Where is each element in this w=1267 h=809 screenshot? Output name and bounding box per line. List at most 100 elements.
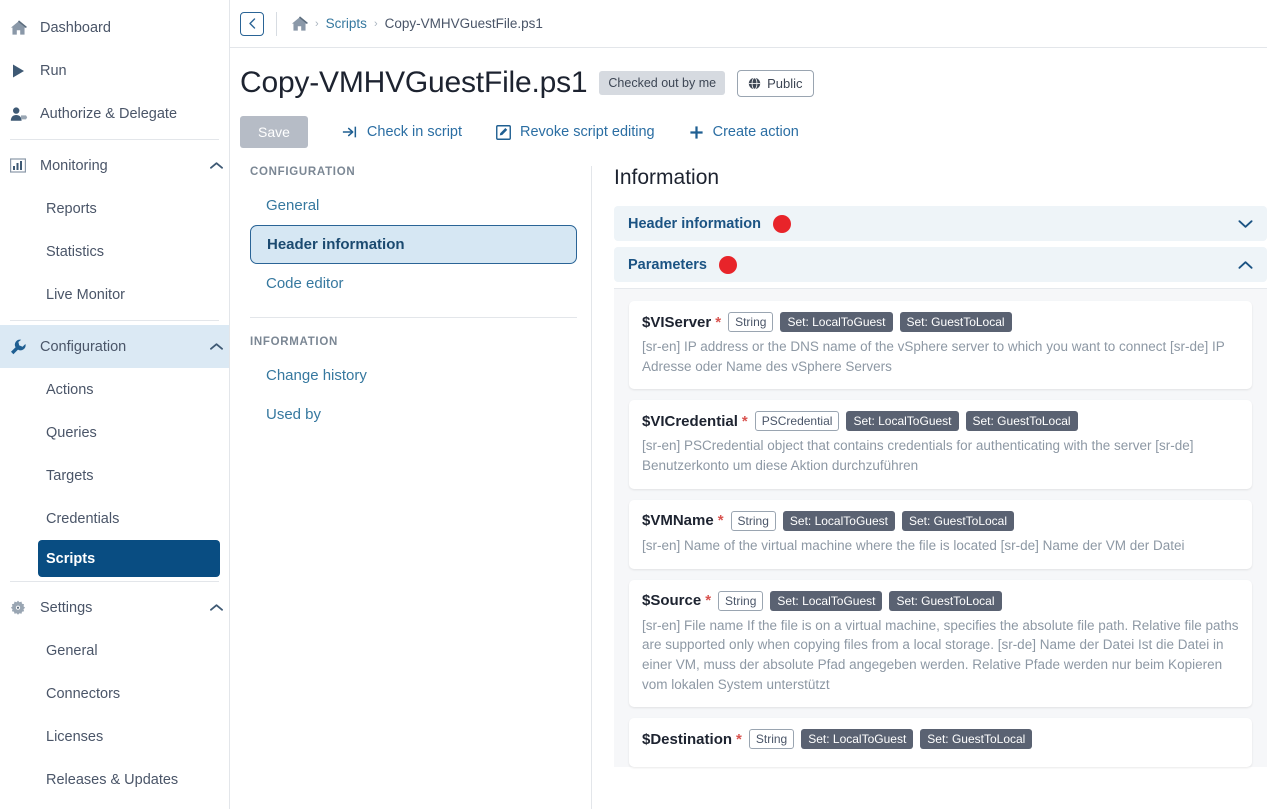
sidebar-item-label: Monitoring (40, 157, 108, 174)
sidebar-item-label: Configuration (40, 338, 127, 355)
breadcrumb-separator: › (315, 17, 319, 30)
parameter-set-badge[interactable]: Set: GuestToLocal (920, 729, 1033, 750)
sidebar-item-label: Dashboard (40, 19, 111, 36)
parameter-set-badge[interactable]: Set: GuestToLocal (901, 510, 1015, 531)
breadcrumb-divider (276, 11, 277, 36)
parameter-header: $Destination * String Set: LocalToGuest Set:… (642, 729, 1239, 750)
required-marker: * (705, 592, 712, 610)
parameter-description: [sr-en] PSCredential object that contain… (642, 438, 1194, 474)
sidebar-item-label: General (46, 642, 98, 659)
sidebar-item-label: Connectors (46, 685, 121, 702)
sidebar-item-scripts[interactable]: Scripts (38, 540, 220, 577)
parameter-card-source[interactable]: $Source * String Set: LocalToGuest Set: Gues… (629, 579, 1252, 708)
chevron-down-icon[interactable] (1238, 219, 1253, 229)
config-nav-item-general[interactable]: General (250, 186, 577, 225)
gear-icon (10, 600, 40, 616)
accordion-header-information[interactable]: Header information (614, 206, 1267, 241)
parameter-header: $VIServer * String Set: LocalToGuest Set: Gu… (642, 312, 1239, 332)
config-nav-item-header-information[interactable]: Header information (250, 225, 577, 264)
wrench-icon (10, 339, 40, 355)
parameter-set-badge[interactable]: Set: GuestToLocal (965, 411, 1078, 432)
sidebar-item-queries[interactable]: Queries (0, 411, 229, 454)
sidebar-item-statistics[interactable]: Statistics (0, 230, 229, 273)
parameter-card-viserver[interactable]: $VIServer * String Set: LocalToGuest Set: Gu… (629, 301, 1252, 390)
sidebar-item-actions[interactable]: Actions (0, 368, 229, 411)
accordion-parameters[interactable]: Parameters (614, 247, 1267, 282)
sign-in-icon (342, 125, 358, 139)
accordion-title: Header information (628, 215, 761, 232)
required-marker: * (736, 730, 742, 748)
sidebar-item-authorize-delegate[interactable]: Authorize & Delegate (0, 92, 229, 135)
sidebar-divider (10, 581, 219, 582)
save-button[interactable]: Save (240, 116, 308, 148)
sidebar-item-licenses[interactable]: Licenses (0, 715, 229, 758)
sidebar-item-run[interactable]: Run (0, 49, 229, 92)
home-icon[interactable] (291, 15, 308, 32)
sidebar-item-label: Targets (46, 467, 94, 484)
config-nav-item-label: Change history (266, 367, 367, 384)
config-nav-item-code-editor[interactable]: Code editor (250, 264, 577, 303)
visibility-badge[interactable]: Public (737, 69, 814, 97)
plus-icon (689, 125, 704, 140)
config-nav-item-change-history[interactable]: Change history (250, 356, 577, 395)
parameter-description: [sr-en] Name of the virtual machine wher… (642, 537, 1185, 553)
parameter-type-badge: String (730, 510, 776, 531)
sidebar-item-live-monitor[interactable]: Live Monitor (0, 273, 229, 316)
sidebar-item-reports[interactable]: Reports (0, 187, 229, 230)
play-icon (10, 63, 40, 79)
sidebar-item-label: Authorize & Delegate (40, 105, 178, 122)
sidebar-item-configuration[interactable]: Configuration (0, 325, 229, 368)
status-badge: Checked out by me (599, 71, 726, 95)
parameter-name: $Destination (642, 730, 733, 748)
sidebar-item-label: Actions (46, 381, 94, 398)
parameter-set-badge[interactable]: Set: LocalToGuest (770, 590, 883, 611)
configuration-divider (250, 317, 577, 318)
parameter-set-badge[interactable]: Set: LocalToGuest (846, 411, 959, 432)
required-marker: * (741, 412, 748, 430)
parameter-set-badge[interactable]: Set: GuestToLocal (889, 590, 1002, 611)
parameter-card-vmname[interactable]: $VMName * String Set: LocalToGuest Set: Gues… (629, 499, 1252, 569)
sidebar-item-dashboard[interactable]: Dashboard (0, 6, 229, 49)
title-block: Copy-VMHVGuestFile.ps1 Checked out by me… (230, 48, 1267, 148)
parameter-type-badge: String (728, 312, 774, 332)
create-action-button[interactable]: Create action (689, 124, 799, 140)
sidebar-item-label: Statistics (46, 243, 105, 260)
sidebar-item-monitoring[interactable]: Monitoring (0, 144, 229, 187)
sidebar: Dashboard Run Authorize & Delegate Monitori… (0, 0, 230, 809)
parameter-set-badge[interactable]: Set: LocalToGuest (801, 729, 914, 750)
parameter-name: $VIServer (642, 313, 712, 331)
sidebar-item-general[interactable]: General (0, 629, 229, 672)
parameter-header: $VICredential * PSCredential Set: LocalToGu… (642, 411, 1239, 432)
main-area: › Scripts › Copy-VMHVGuestFile.ps1 Copy-VMH… (230, 0, 1267, 809)
app-root: Dashboard Run Authorize & Delegate Monitori… (0, 0, 1267, 809)
chevron-up-icon[interactable] (203, 161, 229, 170)
chevron-up-icon[interactable] (203, 603, 229, 612)
parameter-set-badge[interactable]: Set: LocalToGuest (782, 510, 895, 531)
sidebar-item-credentials[interactable]: Credentials (0, 497, 229, 540)
error-dot-icon (772, 214, 791, 233)
sidebar-item-connectors[interactable]: Connectors (0, 672, 229, 715)
back-button[interactable] (240, 11, 264, 36)
parameter-type-badge: String (748, 729, 795, 750)
breadcrumb-item[interactable]: Scripts (326, 16, 367, 31)
parameter-set-badge[interactable]: Set: LocalToGuest (780, 312, 893, 332)
check-in-script-button[interactable]: Check in script (342, 124, 462, 140)
sidebar-item-targets[interactable]: Targets (0, 454, 229, 497)
parameter-card-destination[interactable]: $Destination * String Set: LocalToGuest Set:… (629, 718, 1252, 768)
sidebar-item-label: Settings (40, 599, 93, 616)
parameter-card-vicredential[interactable]: $VICredential * PSCredential Set: LocalToGu… (629, 400, 1252, 489)
parameter-name: $VICredential (642, 412, 738, 430)
revoke-script-editing-button[interactable]: Revoke script editing (496, 124, 655, 140)
chevron-up-icon[interactable] (1238, 260, 1253, 270)
config-nav-item-used-by[interactable]: Used by (250, 395, 577, 434)
parameter-set-badge[interactable]: Set: GuestToLocal (899, 312, 1012, 332)
page-title: Copy-VMHVGuestFile.ps1 (240, 66, 588, 99)
sidebar-item-releases-updates[interactable]: Releases & Updates (0, 758, 229, 801)
chevron-up-icon[interactable] (203, 342, 229, 351)
breadcrumb-bar: › Scripts › Copy-VMHVGuestFile.ps1 (230, 0, 1267, 48)
breadcrumb-item: Copy-VMHVGuestFile.ps1 (384, 16, 543, 31)
sidebar-item-settings[interactable]: Settings (0, 586, 229, 629)
content-split: CONFIGURATION General Header information C… (230, 166, 1267, 809)
sidebar-item-label: Live Monitor (46, 286, 125, 303)
visibility-badge-label: Public (767, 75, 803, 91)
